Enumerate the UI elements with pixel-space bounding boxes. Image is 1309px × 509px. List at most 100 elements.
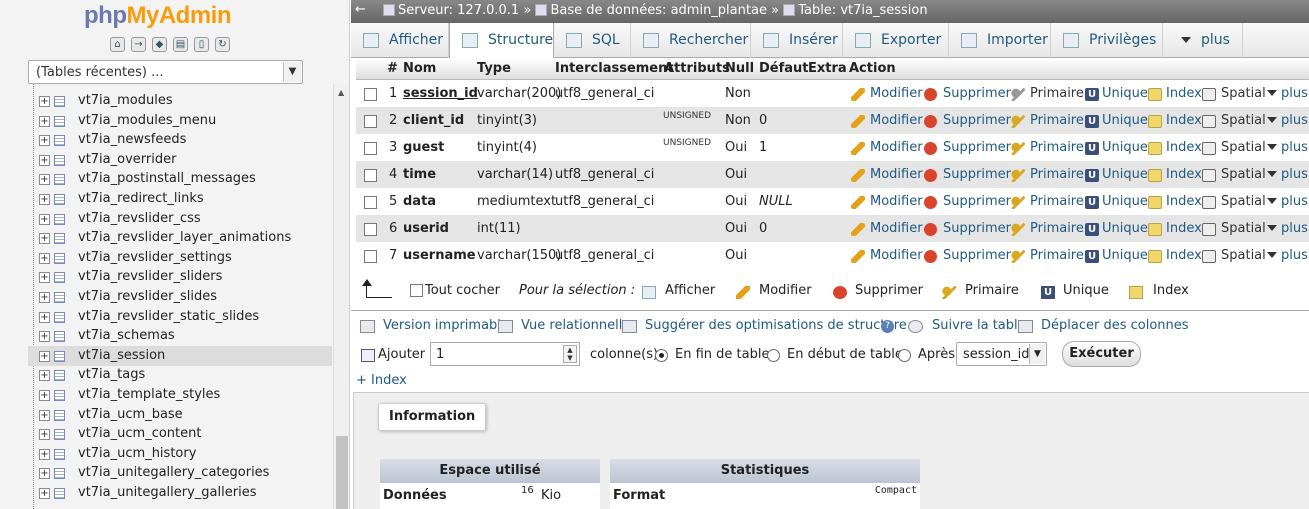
tab-more[interactable]: plus [1163,23,1243,58]
primary-link[interactable]: Primaire [1030,248,1084,263]
more-actions-link[interactable]: plus [1281,167,1308,182]
tree-item-label[interactable]: vt7ia_session [78,348,165,363]
spinner-icon[interactable]: ▲ ▼ [563,345,577,363]
expand-icon[interactable]: + [39,252,50,264]
expand-icon[interactable]: + [39,213,50,225]
home-icon[interactable]: ⌂ [110,37,125,52]
tree-item[interactable]: + vt7ia_overrider [28,150,332,170]
index-link[interactable]: Index [1166,140,1202,155]
move-columns-link[interactable]: Déplacer des colonnes [1041,318,1189,333]
tree-item[interactable]: + vt7ia_revslider_settings [28,248,332,268]
chevron-down-icon[interactable] [1267,198,1277,204]
pencil-icon[interactable] [851,196,865,209]
spatial-icon[interactable] [1202,169,1216,182]
primary-link[interactable]: Primaire [1030,86,1084,101]
unique-icon[interactable]: U [1085,223,1099,236]
after-label[interactable]: Après [918,347,955,362]
tree-item-label[interactable]: vt7ia_revslider_settings [78,250,232,265]
tree-item-label[interactable]: vt7ia_redirect_links [78,191,204,206]
key-icon[interactable] [1011,169,1025,182]
tree-item[interactable]: + vt7ia_ucm_base [28,405,332,425]
column-count-input[interactable]: 1 ▲ ▼ [430,342,580,366]
radio-at-start[interactable] [767,349,780,362]
optimize-structure-link[interactable]: Suggérer des optimisations de structure [645,318,907,333]
breadcrumb-server[interactable]: Serveur: 127.0.0.1 [398,3,519,18]
expand-icon[interactable]: + [39,292,50,303]
index-link[interactable]: Index [1166,113,1202,128]
index-link[interactable]: Index [1166,221,1202,236]
col-header-type[interactable]: Type [477,61,511,76]
expand-icon[interactable]: + [39,390,50,401]
expand-icon[interactable]: + [39,272,50,284]
tab-search[interactable]: Rechercher [631,23,751,58]
collapse-arrow-icon[interactable]: ← [355,2,366,17]
expand-icon[interactable]: + [39,115,50,127]
at-end-label[interactable]: En fin de table [675,347,769,362]
delete-icon[interactable] [924,88,937,101]
tree-item[interactable]: + vt7ia_schemas [28,326,332,346]
tree-item-label[interactable]: vt7ia_revslider_slides [78,289,217,304]
delete-icon[interactable] [924,223,937,236]
expand-icon[interactable]: + [39,448,50,460]
query-window-icon[interactable]: ◆ [152,37,167,52]
pencil-icon[interactable] [851,88,865,101]
spatial-link[interactable]: Spatial [1221,113,1266,128]
tree-item[interactable]: + vt7ia_revslider_sliders [28,267,332,287]
primary-link[interactable]: Primaire [1030,221,1084,236]
tree-item[interactable]: + vt7ia_unitegallery_galleries [28,483,332,503]
breadcrumb-database[interactable]: Base de données: admin_plantae [550,3,767,18]
delete-link[interactable]: Supprimer [943,140,1011,155]
tree-item[interactable]: + vt7ia_revslider_slides [28,287,332,307]
expand-icon[interactable]: + [39,174,50,186]
modify-link[interactable]: Modifier [870,221,923,236]
row-checkbox[interactable] [364,223,377,236]
unique-link[interactable]: Unique [1102,140,1148,155]
phpmyadmin-logo[interactable]: phpMyAdmin [84,2,231,30]
tab-privileges[interactable]: Privilèges [1051,23,1163,58]
track-table-link[interactable]: Suivre la table [932,318,1026,333]
chevron-down-icon[interactable] [1267,144,1277,150]
unique-link[interactable]: Unique [1102,167,1148,182]
delete-icon[interactable] [924,250,937,263]
index-link[interactable]: Index [1166,248,1202,263]
tree-item-label[interactable]: vt7ia_template_styles [78,387,220,402]
after-column-select[interactable]: session_id ▼ [956,342,1047,366]
expand-icon[interactable]: + [39,370,50,382]
radio-after[interactable] [898,349,911,362]
unique-link[interactable]: Unique [1102,86,1148,101]
expand-icon[interactable]: + [39,311,50,323]
tree-item-label[interactable]: vt7ia_ucm_content [78,426,201,441]
tree-item-label[interactable]: vt7ia_unitegallery_categories [78,465,269,480]
index-icon[interactable] [1148,142,1162,155]
tree-item[interactable]: + vt7ia_unitegallery_categories [28,463,332,483]
sel-index-button[interactable]: Index [1153,283,1189,298]
unique-icon[interactable]: U [1085,250,1099,263]
spatial-icon[interactable] [1202,250,1216,263]
print-view-link[interactable]: Version imprimable [383,318,509,333]
unique-icon[interactable]: U [1085,196,1099,209]
row-checkbox[interactable] [364,169,377,182]
modify-link[interactable]: Modifier [870,248,923,263]
docs-icon[interactable]: ▤ [173,37,188,52]
tree-item-label[interactable]: vt7ia_schemas [78,328,175,343]
tree-item[interactable]: + vt7ia_revslider_css [28,209,332,229]
primary-link[interactable]: Primaire [1030,194,1084,209]
col-header-default[interactable]: Défaut [759,61,809,76]
spatial-icon[interactable] [1202,115,1216,128]
pencil-icon[interactable] [851,250,865,263]
key-icon[interactable] [1011,196,1025,209]
primary-link[interactable]: Primaire [1030,140,1084,155]
delete-link[interactable]: Supprimer [943,221,1011,236]
pencil-icon[interactable] [851,223,865,236]
expand-icon[interactable]: + [39,154,50,166]
row-checkbox[interactable] [364,196,377,209]
col-header-null[interactable]: Null [725,61,754,76]
more-actions-link[interactable]: plus [1281,221,1308,236]
key-icon[interactable] [1011,223,1025,236]
tree-item[interactable]: + vt7ia_postinstall_messages [28,169,332,189]
col-header-name[interactable]: Nom [403,61,436,76]
tree-item-label[interactable]: vt7ia_postinstall_messages [78,171,256,186]
row-checkbox[interactable] [364,250,377,263]
spatial-link[interactable]: Spatial [1221,167,1266,182]
delete-link[interactable]: Supprimer [943,248,1011,263]
